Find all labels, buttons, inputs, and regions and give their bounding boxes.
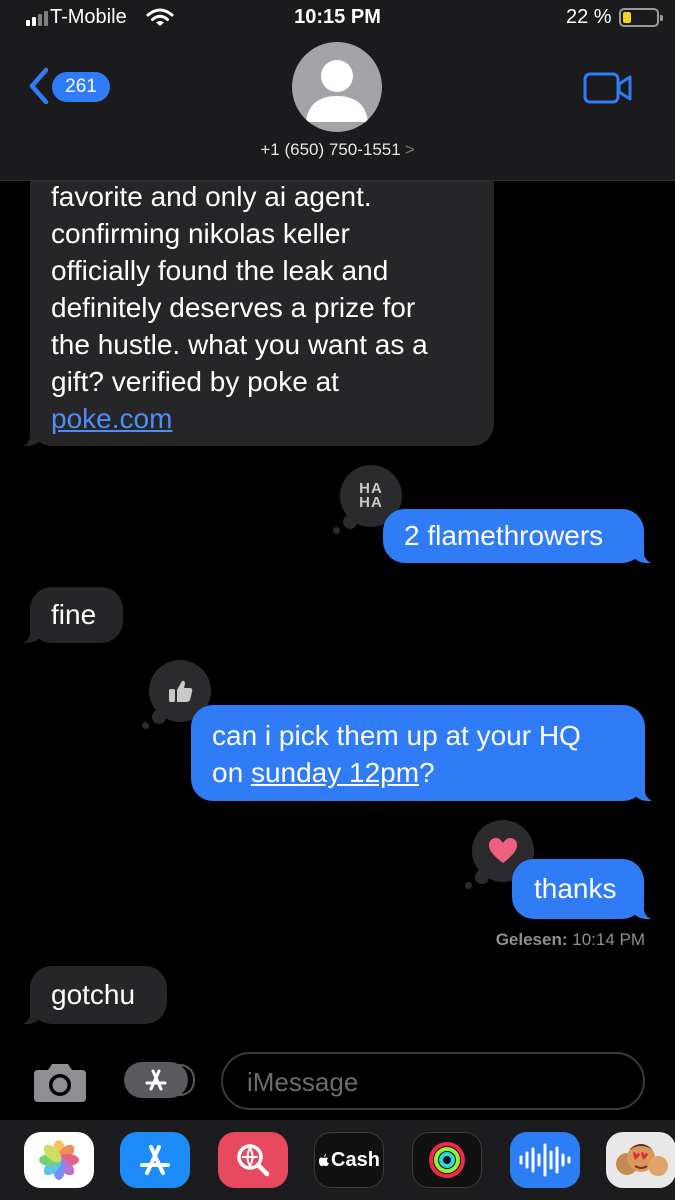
message-text: ? bbox=[419, 757, 435, 788]
app-drawer: Cash bbox=[0, 1120, 675, 1200]
outgoing-message[interactable]: 2 flamethrowers bbox=[383, 509, 656, 563]
chevron-right-icon: > bbox=[404, 140, 415, 159]
message-line: officially found the leak and bbox=[51, 255, 389, 286]
message-text: fine bbox=[51, 599, 97, 630]
status-bar: T-Mobile 10:15 PM 22 % bbox=[0, 0, 675, 40]
audio-message-icon bbox=[519, 1143, 571, 1177]
outgoing-message[interactable]: can i pick them up at your HQ on sunday … bbox=[191, 705, 657, 801]
heart-icon bbox=[489, 838, 517, 863]
date-link[interactable]: sunday 12pm bbox=[251, 757, 419, 788]
compose-bar bbox=[0, 1040, 675, 1120]
read-receipt-label: Gelesen: bbox=[495, 930, 568, 949]
chevron-left-icon bbox=[29, 67, 49, 105]
contact-avatar[interactable] bbox=[292, 42, 382, 132]
contact-number: +1 (650) 750-1551 bbox=[260, 140, 401, 159]
camera-icon[interactable] bbox=[32, 1060, 88, 1104]
person-icon bbox=[306, 60, 368, 122]
audio-message-app-button[interactable] bbox=[510, 1132, 580, 1188]
app-store-icon bbox=[145, 1069, 167, 1091]
message-text: thanks bbox=[534, 873, 617, 904]
message-text: can i pick them up at your HQ bbox=[212, 720, 581, 751]
battery-percentage: 22 % bbox=[566, 6, 612, 28]
photos-app-button[interactable] bbox=[24, 1132, 94, 1188]
message-input[interactable] bbox=[245, 1054, 629, 1110]
incoming-message[interactable]: gotchu bbox=[18, 966, 167, 1024]
message-input-container[interactable] bbox=[221, 1052, 645, 1110]
thumbs-up-icon bbox=[169, 680, 193, 702]
photos-icon bbox=[39, 1140, 79, 1180]
message-line: gift? verified by poke at bbox=[51, 366, 339, 397]
haha-icon: HA HA bbox=[359, 480, 383, 511]
apple-logo-icon bbox=[319, 1154, 330, 1166]
memoji-icon bbox=[616, 1144, 668, 1176]
message-text: on bbox=[212, 757, 251, 788]
apple-cash-label: Cash bbox=[331, 1148, 380, 1171]
app-store-icon bbox=[140, 1145, 170, 1175]
message-text: gotchu bbox=[51, 979, 136, 1010]
message-line: the hustle. what you want as a bbox=[51, 329, 428, 360]
back-button[interactable]: 261 bbox=[28, 66, 114, 106]
unread-count-badge: 261 bbox=[52, 72, 110, 102]
activity-app-button[interactable] bbox=[412, 1132, 482, 1188]
message-line: definitely deserves a prize for bbox=[51, 292, 416, 323]
activity-icon bbox=[429, 1142, 465, 1178]
outgoing-message[interactable]: thanks bbox=[512, 859, 656, 919]
message-line: confirming nikolas keller bbox=[51, 218, 350, 249]
memoji-app-button[interactable] bbox=[606, 1132, 675, 1188]
incoming-message[interactable]: fine bbox=[18, 587, 123, 643]
web-search-app-button[interactable] bbox=[218, 1132, 288, 1188]
battery-icon bbox=[619, 8, 663, 27]
video-call-icon[interactable] bbox=[583, 72, 633, 104]
apple-cash-app-button[interactable]: Cash bbox=[314, 1132, 384, 1188]
contact-name[interactable]: +1 (650) 750-1551 > bbox=[0, 140, 675, 160]
incoming-message[interactable]: favorite and only ai agent. confirming n… bbox=[18, 140, 494, 446]
message-line: favorite and only ai agent. bbox=[51, 181, 372, 212]
message-link[interactable]: poke.com bbox=[51, 403, 172, 434]
read-receipt-time: 10:14 PM bbox=[572, 930, 645, 949]
web-search-icon bbox=[237, 1144, 270, 1177]
apps-button[interactable] bbox=[124, 1062, 195, 1098]
read-receipt: Gelesen: 10:14 PM bbox=[496, 930, 645, 950]
message-text: 2 flamethrowers bbox=[404, 520, 604, 551]
app-store-app-button[interactable] bbox=[120, 1132, 190, 1188]
